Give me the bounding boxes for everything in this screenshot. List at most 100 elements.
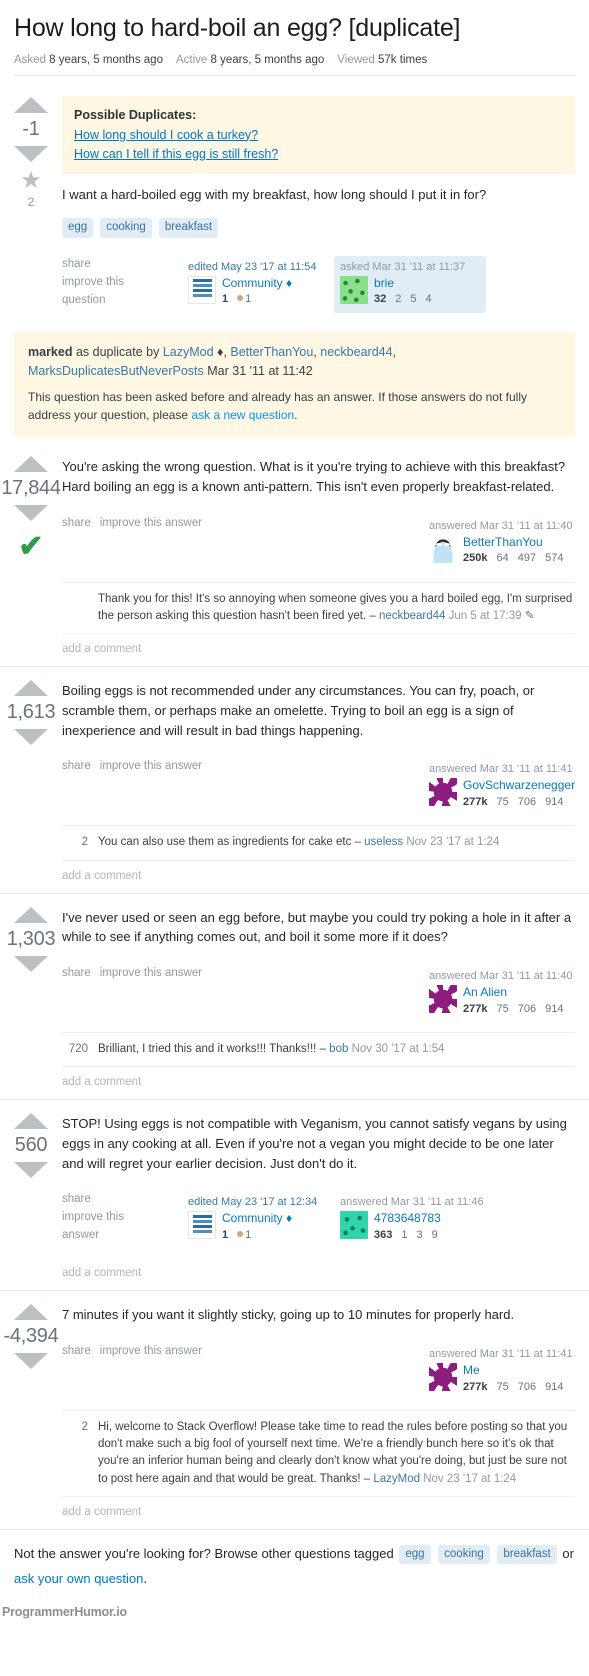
upvote-arrow-icon[interactable] (14, 680, 48, 697)
answer-1-body: You're asking the wrong question. What i… (62, 459, 566, 495)
author-name[interactable]: brie (374, 276, 432, 292)
question-stats: Asked 8 years, 5 months ago Active 8 yea… (14, 54, 575, 76)
edit-pencil-icon[interactable]: ✎ (525, 610, 535, 622)
improve-question-link-2[interactable]: question (62, 292, 182, 310)
stat-viewed: Viewed 57k times (337, 54, 427, 66)
add-comment-link[interactable]: add a comment (62, 634, 575, 666)
duplicate-mod-2[interactable]: neckbeard44 (320, 345, 392, 359)
answer-1-author-name[interactable]: BetterThanYou (463, 535, 563, 551)
comment-user[interactable]: LazyMod (373, 1473, 420, 1485)
improve-answer-link[interactable]: improve this answer (100, 965, 202, 1022)
share-link[interactable]: share (62, 1343, 91, 1400)
tag-egg[interactable]: egg (62, 218, 94, 238)
comment-user[interactable]: neckbeard44 (379, 610, 446, 622)
share-link[interactable]: share (62, 758, 91, 815)
answer-2-cell: Boiling eggs is not recommended under an… (62, 667, 589, 892)
downvote-arrow-icon[interactable] (14, 955, 48, 972)
improve-answer-link[interactable]: improve this answer (100, 1343, 202, 1400)
active-value: 8 years, 5 months ago (210, 53, 325, 66)
community-stack-icon (188, 275, 216, 304)
answer-5-author-card[interactable]: answered Mar 31 '11 at 11:41 Me 277k 75 … (423, 1343, 575, 1400)
answer-4-actions: share improve this answer (62, 1191, 182, 1248)
improve-answer-link[interactable]: improve this answer (100, 515, 202, 572)
author-row: An Alien 277k 75 706 914 (429, 985, 569, 1016)
improve-answer-link-1[interactable]: improve this (62, 1209, 182, 1227)
answer-4-author-card[interactable]: answered Mar 31 '11 at 11:46 4783648783 … (334, 1191, 486, 1248)
share-link[interactable]: share (62, 256, 182, 274)
author-rep: 277k (463, 1380, 488, 1393)
answer-1-author-card[interactable]: answered Mar 31 '11 at 11:40 BetterThanY… (423, 515, 575, 572)
answer-4-author-name[interactable]: 4783648783 (374, 1211, 441, 1227)
comment-user[interactable]: bob (329, 1043, 348, 1055)
duplicate-link-1[interactable]: How long should I cook a turkey? (74, 126, 563, 144)
footer-tag-egg[interactable]: egg (399, 1544, 431, 1565)
answer-5-score: -4,394 (3, 1325, 59, 1348)
improve-answer-link[interactable]: improve this answer (100, 758, 202, 815)
improve-question-link-1[interactable]: improve this (62, 274, 182, 292)
downvote-arrow-icon[interactable] (14, 729, 48, 746)
question-author-card[interactable]: asked Mar 31 '11 at 11:37 brie 32 2 5 4 (334, 255, 486, 313)
octocat-avatar (429, 534, 457, 563)
page-title: How long to hard-boil an egg? [duplicate… (14, 14, 461, 42)
ask-your-own-question-link[interactable]: ask your own question (14, 1571, 143, 1586)
share-link[interactable]: share (62, 515, 91, 572)
favorite-star-icon[interactable]: ★ (20, 168, 42, 193)
downvote-arrow-icon[interactable] (14, 1353, 48, 1370)
viewed-label: Viewed (337, 53, 375, 66)
share-link[interactable]: share (62, 1191, 182, 1209)
answer-3-author-name[interactable]: An Alien (463, 985, 563, 1001)
improve-answer-link-2[interactable]: answer (62, 1227, 182, 1245)
comment-user[interactable]: useless (364, 836, 403, 848)
comment-dash: – (319, 1042, 330, 1055)
upvote-arrow-icon[interactable] (14, 96, 48, 113)
teal-identicon-avatar (340, 1211, 368, 1240)
tag-cooking[interactable]: cooking (100, 218, 152, 238)
downvote-arrow-icon[interactable] (14, 1162, 48, 1179)
question-page: How long to hard-boil an egg? [duplicate… (0, 0, 589, 1625)
marked-rest-text: as duplicate by (72, 344, 163, 359)
add-comment-link[interactable]: add a comment (62, 1258, 575, 1290)
tag-breakfast[interactable]: breakfast (158, 218, 219, 238)
editor-name[interactable]: Community (222, 1211, 292, 1227)
answer-3-author-card[interactable]: answered Mar 31 '11 at 11:40 An Alien 27… (423, 965, 575, 1022)
answer-3-comments: 720 Brilliant, I tried this and it works… (62, 1031, 575, 1099)
answer-4-editor-card[interactable]: edited May 23 '17 at 12:34 Community 1 1 (182, 1191, 334, 1248)
upvote-arrow-icon[interactable] (14, 1304, 48, 1321)
possible-duplicates-heading: Possible Duplicates: (74, 107, 197, 122)
marked-bold-word: marked (28, 344, 73, 359)
author-silver-badges: 497 (517, 552, 537, 565)
browse-other-questions-footer: Not the answer you're looking for? Brows… (0, 1528, 589, 1601)
edited-timestamp: edited May 23 '17 at 12:34 (188, 1196, 318, 1209)
viewed-value: 57k times (378, 53, 428, 66)
purple-identicon-avatar (429, 778, 457, 807)
add-comment-link[interactable]: add a comment (62, 861, 575, 893)
ask-a-new-question-link[interactable]: ask a new question (191, 408, 294, 422)
upvote-arrow-icon[interactable] (14, 906, 48, 923)
footer-tag-cooking[interactable]: cooking (438, 1544, 490, 1565)
duplicate-mod-0[interactable]: LazyMod (163, 345, 214, 359)
editor-name[interactable]: Community (222, 276, 292, 292)
editor-stats: 1 1 (222, 1228, 292, 1242)
answer-5-cell: 7 minutes if you want it slightly sticky… (62, 1291, 589, 1529)
add-comment-link[interactable]: add a comment (62, 1497, 575, 1529)
downvote-arrow-icon[interactable] (14, 145, 48, 162)
answer-2-author-name[interactable]: GovSchwarzenegger (463, 778, 575, 794)
duplicate-link-2[interactable]: How can I tell if this egg is still fres… (74, 145, 563, 163)
footer-tag-breakfast[interactable]: breakfast (497, 1544, 557, 1565)
upvote-arrow-icon[interactable] (14, 1113, 48, 1130)
duplicate-mod-3[interactable]: MarksDuplicatesButNeverPosts (28, 364, 204, 378)
comment-text-wrap: Brilliant, I tried this and it works!!! … (98, 1041, 575, 1058)
question-actions: share improve this question (62, 256, 182, 313)
comment-when: Jun 5 at 17:39 (448, 609, 522, 622)
author-gold-badges: 64 (496, 552, 509, 565)
add-comment-link[interactable]: add a comment (62, 1067, 575, 1099)
upvote-arrow-icon[interactable] (14, 456, 48, 473)
answered-timestamp: answered Mar 31 '11 at 11:41 (429, 763, 573, 776)
downvote-arrow-icon[interactable] (14, 505, 48, 522)
share-link[interactable]: share (62, 965, 91, 1022)
duplicate-mod-1[interactable]: BetterThanYou (230, 345, 313, 359)
question-editor-card[interactable]: edited May 23 '17 at 11:54 Community 1 1 (182, 256, 334, 313)
answer-5-author-name[interactable]: Me (463, 1363, 563, 1379)
author-stats: 277k 75 706 914 (463, 1380, 563, 1394)
answer-2-author-card[interactable]: answered Mar 31 '11 at 11:41 GovSchwarze… (423, 758, 575, 815)
